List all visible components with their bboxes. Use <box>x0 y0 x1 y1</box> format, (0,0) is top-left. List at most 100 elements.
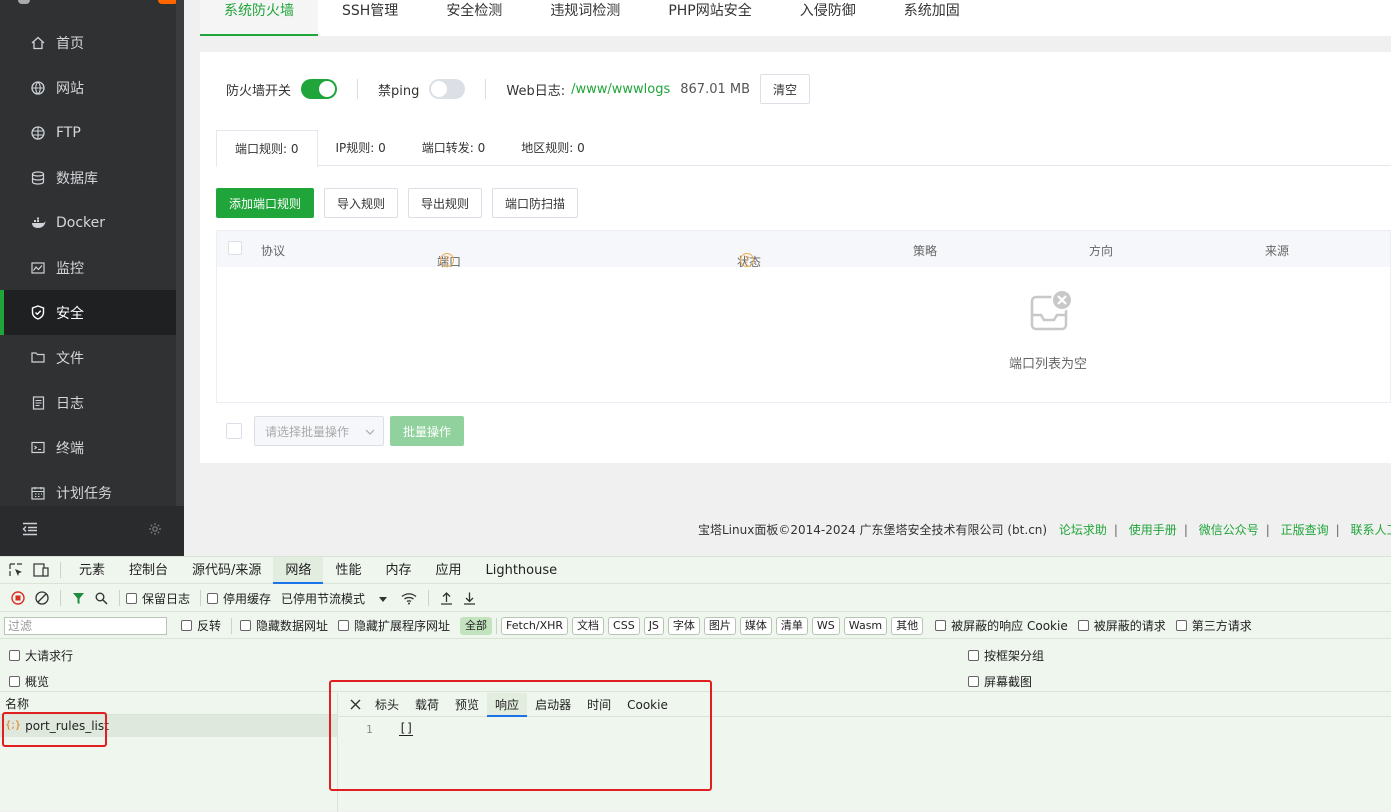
batch-operation-select[interactable]: 请选择批量操作 <box>254 416 384 446</box>
blocked-cookies-checkbox[interactable]: 被屏蔽的响应 Cookie <box>935 617 1068 634</box>
sidebar-item-logs[interactable]: 日志 <box>0 380 176 425</box>
inspect-element-icon[interactable] <box>9 563 23 577</box>
group-by-frame-label: 按框架分组 <box>984 649 1045 663</box>
ping-switch[interactable] <box>429 79 466 99</box>
sidebar-item-home[interactable]: 首页 <box>0 20 176 65</box>
filter-input[interactable]: 过滤 <box>4 616 167 635</box>
divider <box>60 562 61 578</box>
sidebar-scrollbar[interactable] <box>176 0 184 556</box>
filter-font[interactable]: 字体 <box>667 616 700 635</box>
invert-checkbox[interactable]: 反转 <box>181 617 221 634</box>
sidebar-item-files[interactable]: 文件 <box>0 335 176 380</box>
firewall-switch[interactable] <box>301 79 338 99</box>
tab-console[interactable]: 控制台 <box>117 557 180 584</box>
tab-intrusion-defense[interactable]: 入侵防御 <box>776 0 880 36</box>
tab-lighthouse[interactable]: Lighthouse <box>473 557 569 584</box>
sidebar-item-label: 终端 <box>56 440 84 457</box>
tab-word-check[interactable]: 违规词检测 <box>526 0 644 36</box>
tab-system-firewall[interactable]: 系统防火墙 <box>200 0 318 36</box>
overview-checkbox[interactable]: 概览 <box>9 673 49 690</box>
tab-elements[interactable]: 元素 <box>67 557 117 584</box>
collapse-menu-icon[interactable] <box>22 522 38 540</box>
tab-security-check[interactable]: 安全检测 <box>422 0 526 36</box>
tab-php-security[interactable]: PHP网站安全 <box>644 0 775 36</box>
disable-cache-checkbox[interactable]: 停用缓存 <box>207 590 271 607</box>
tab-system-hardening[interactable]: 系统加固 <box>880 0 984 36</box>
filter-manifest[interactable]: 清单 <box>775 616 808 635</box>
batch-select-checkbox[interactable] <box>226 423 242 439</box>
sidebar-item-security[interactable]: 安全 <box>0 290 176 335</box>
tab-network[interactable]: 网络 <box>273 556 324 584</box>
weblog-label: Web日志: <box>506 83 566 99</box>
group-by-frame-checkbox[interactable]: 按框架分组 <box>968 647 1044 664</box>
tab-ip-rules[interactable]: IP规则: 0 <box>318 130 404 166</box>
weblog-path-link[interactable]: /www/wwwlogs <box>571 82 670 97</box>
big-rows-label: 大请求行 <box>25 649 74 663</box>
help-icon[interactable]: ? <box>440 253 454 267</box>
third-party-checkbox[interactable]: 第三方请求 <box>1175 617 1252 634</box>
contact-support-link[interactable]: 联系人工客服 <box>1350 523 1391 537</box>
help-icon[interactable]: ? <box>740 253 754 267</box>
import-har-icon[interactable] <box>440 591 453 605</box>
filter-all[interactable]: 全部 <box>460 616 493 635</box>
filter-wasm[interactable]: Wasm <box>843 616 888 635</box>
filter-js[interactable]: JS <box>643 616 664 635</box>
filter-doc[interactable]: 文档 <box>572 616 605 635</box>
tab-sources[interactable]: 源代码/来源 <box>180 557 273 584</box>
add-port-rule-button[interactable]: 添加端口规则 <box>216 188 315 218</box>
export-har-icon[interactable] <box>463 591 476 605</box>
divider <box>60 590 61 606</box>
filter-img[interactable]: 图片 <box>703 616 736 635</box>
filter-ws[interactable]: WS <box>811 616 840 635</box>
network-conditions-icon[interactable] <box>401 592 417 605</box>
forum-help-link[interactable]: 论坛求助 <box>1059 523 1107 537</box>
checkbox-box <box>1175 620 1187 631</box>
firewall-settings-row: 防火墙开关 禁ping Web日志: /www/wwwlogs 867.01 M… <box>226 74 811 104</box>
screenshots-checkbox[interactable]: 屏幕截图 <box>968 673 1032 690</box>
hide-data-urls-checkbox[interactable]: 隐藏数据网址 <box>240 617 328 634</box>
throttle-label: 已停用节流模式 <box>281 591 366 606</box>
rule-tabs: 端口规则: 0 IP规则: 0 端口转发: 0 地区规则: 0 <box>216 130 1391 167</box>
filter-funnel-icon[interactable] <box>72 592 85 605</box>
device-toggle-icon[interactable] <box>33 563 49 577</box>
select-all-checkbox[interactable] <box>228 241 242 255</box>
sidebar-item-ftp[interactable]: FTP <box>0 110 176 155</box>
manual-link[interactable]: 使用手册 <box>1129 523 1177 537</box>
hide-extension-urls-checkbox[interactable]: 隐藏扩展程序网址 <box>338 617 450 634</box>
wechat-link[interactable]: 微信公众号 <box>1199 523 1259 537</box>
tab-application[interactable]: 应用 <box>423 557 473 584</box>
filter-media[interactable]: 媒体 <box>739 616 772 635</box>
tab-port-rules[interactable]: 端口规则: 0 <box>216 130 318 167</box>
clear-log-button[interactable]: 清空 <box>760 74 811 104</box>
folder-icon <box>30 350 46 366</box>
sidebar-item-monitor[interactable]: 监控 <box>0 245 176 290</box>
sidebar-item-docker[interactable]: Docker <box>0 200 176 245</box>
throttle-select[interactable]: 已停用节流模式 <box>281 590 388 607</box>
filter-fetch-xhr[interactable]: Fetch/XHR <box>501 616 569 635</box>
tab-region-rules[interactable]: 地区规则: 0 <box>503 130 603 166</box>
settings-gear-icon[interactable] <box>148 522 162 540</box>
tab-memory[interactable]: 内存 <box>373 557 423 584</box>
export-rules-button[interactable]: 导出规则 <box>408 188 483 218</box>
filter-other[interactable]: 其他 <box>891 616 924 635</box>
sidebar-item-website[interactable]: 网站 <box>0 65 176 110</box>
license-check-link[interactable]: 正版查询 <box>1281 523 1329 537</box>
sidebar-item-label: 计划任务 <box>56 485 112 502</box>
filter-css[interactable]: CSS <box>608 616 640 635</box>
blocked-requests-checkbox[interactable]: 被屏蔽的请求 <box>1077 617 1166 634</box>
big-rows-checkbox[interactable]: 大请求行 <box>9 647 73 664</box>
sidebar-item-terminal[interactable]: 终端 <box>0 425 176 470</box>
sidebar-item-label: 监控 <box>56 260 84 277</box>
batch-operation-button[interactable]: 批量操作 <box>390 416 465 446</box>
port-scan-protect-button[interactable]: 端口防扫描 <box>492 188 579 218</box>
sidebar-item-database[interactable]: 数据库 <box>0 155 176 200</box>
import-rules-button[interactable]: 导入规则 <box>324 188 399 218</box>
tab-ssh[interactable]: SSH管理 <box>318 0 422 36</box>
preserve-log-checkbox[interactable]: 保留日志 <box>126 590 190 607</box>
record-stop-icon[interactable] <box>11 591 25 605</box>
search-icon[interactable] <box>95 592 108 605</box>
tab-performance[interactable]: 性能 <box>323 557 373 584</box>
clear-icon[interactable] <box>35 591 49 605</box>
tab-port-forward[interactable]: 端口转发: 0 <box>404 130 504 166</box>
sidebar-item-label: FTP <box>56 124 81 141</box>
